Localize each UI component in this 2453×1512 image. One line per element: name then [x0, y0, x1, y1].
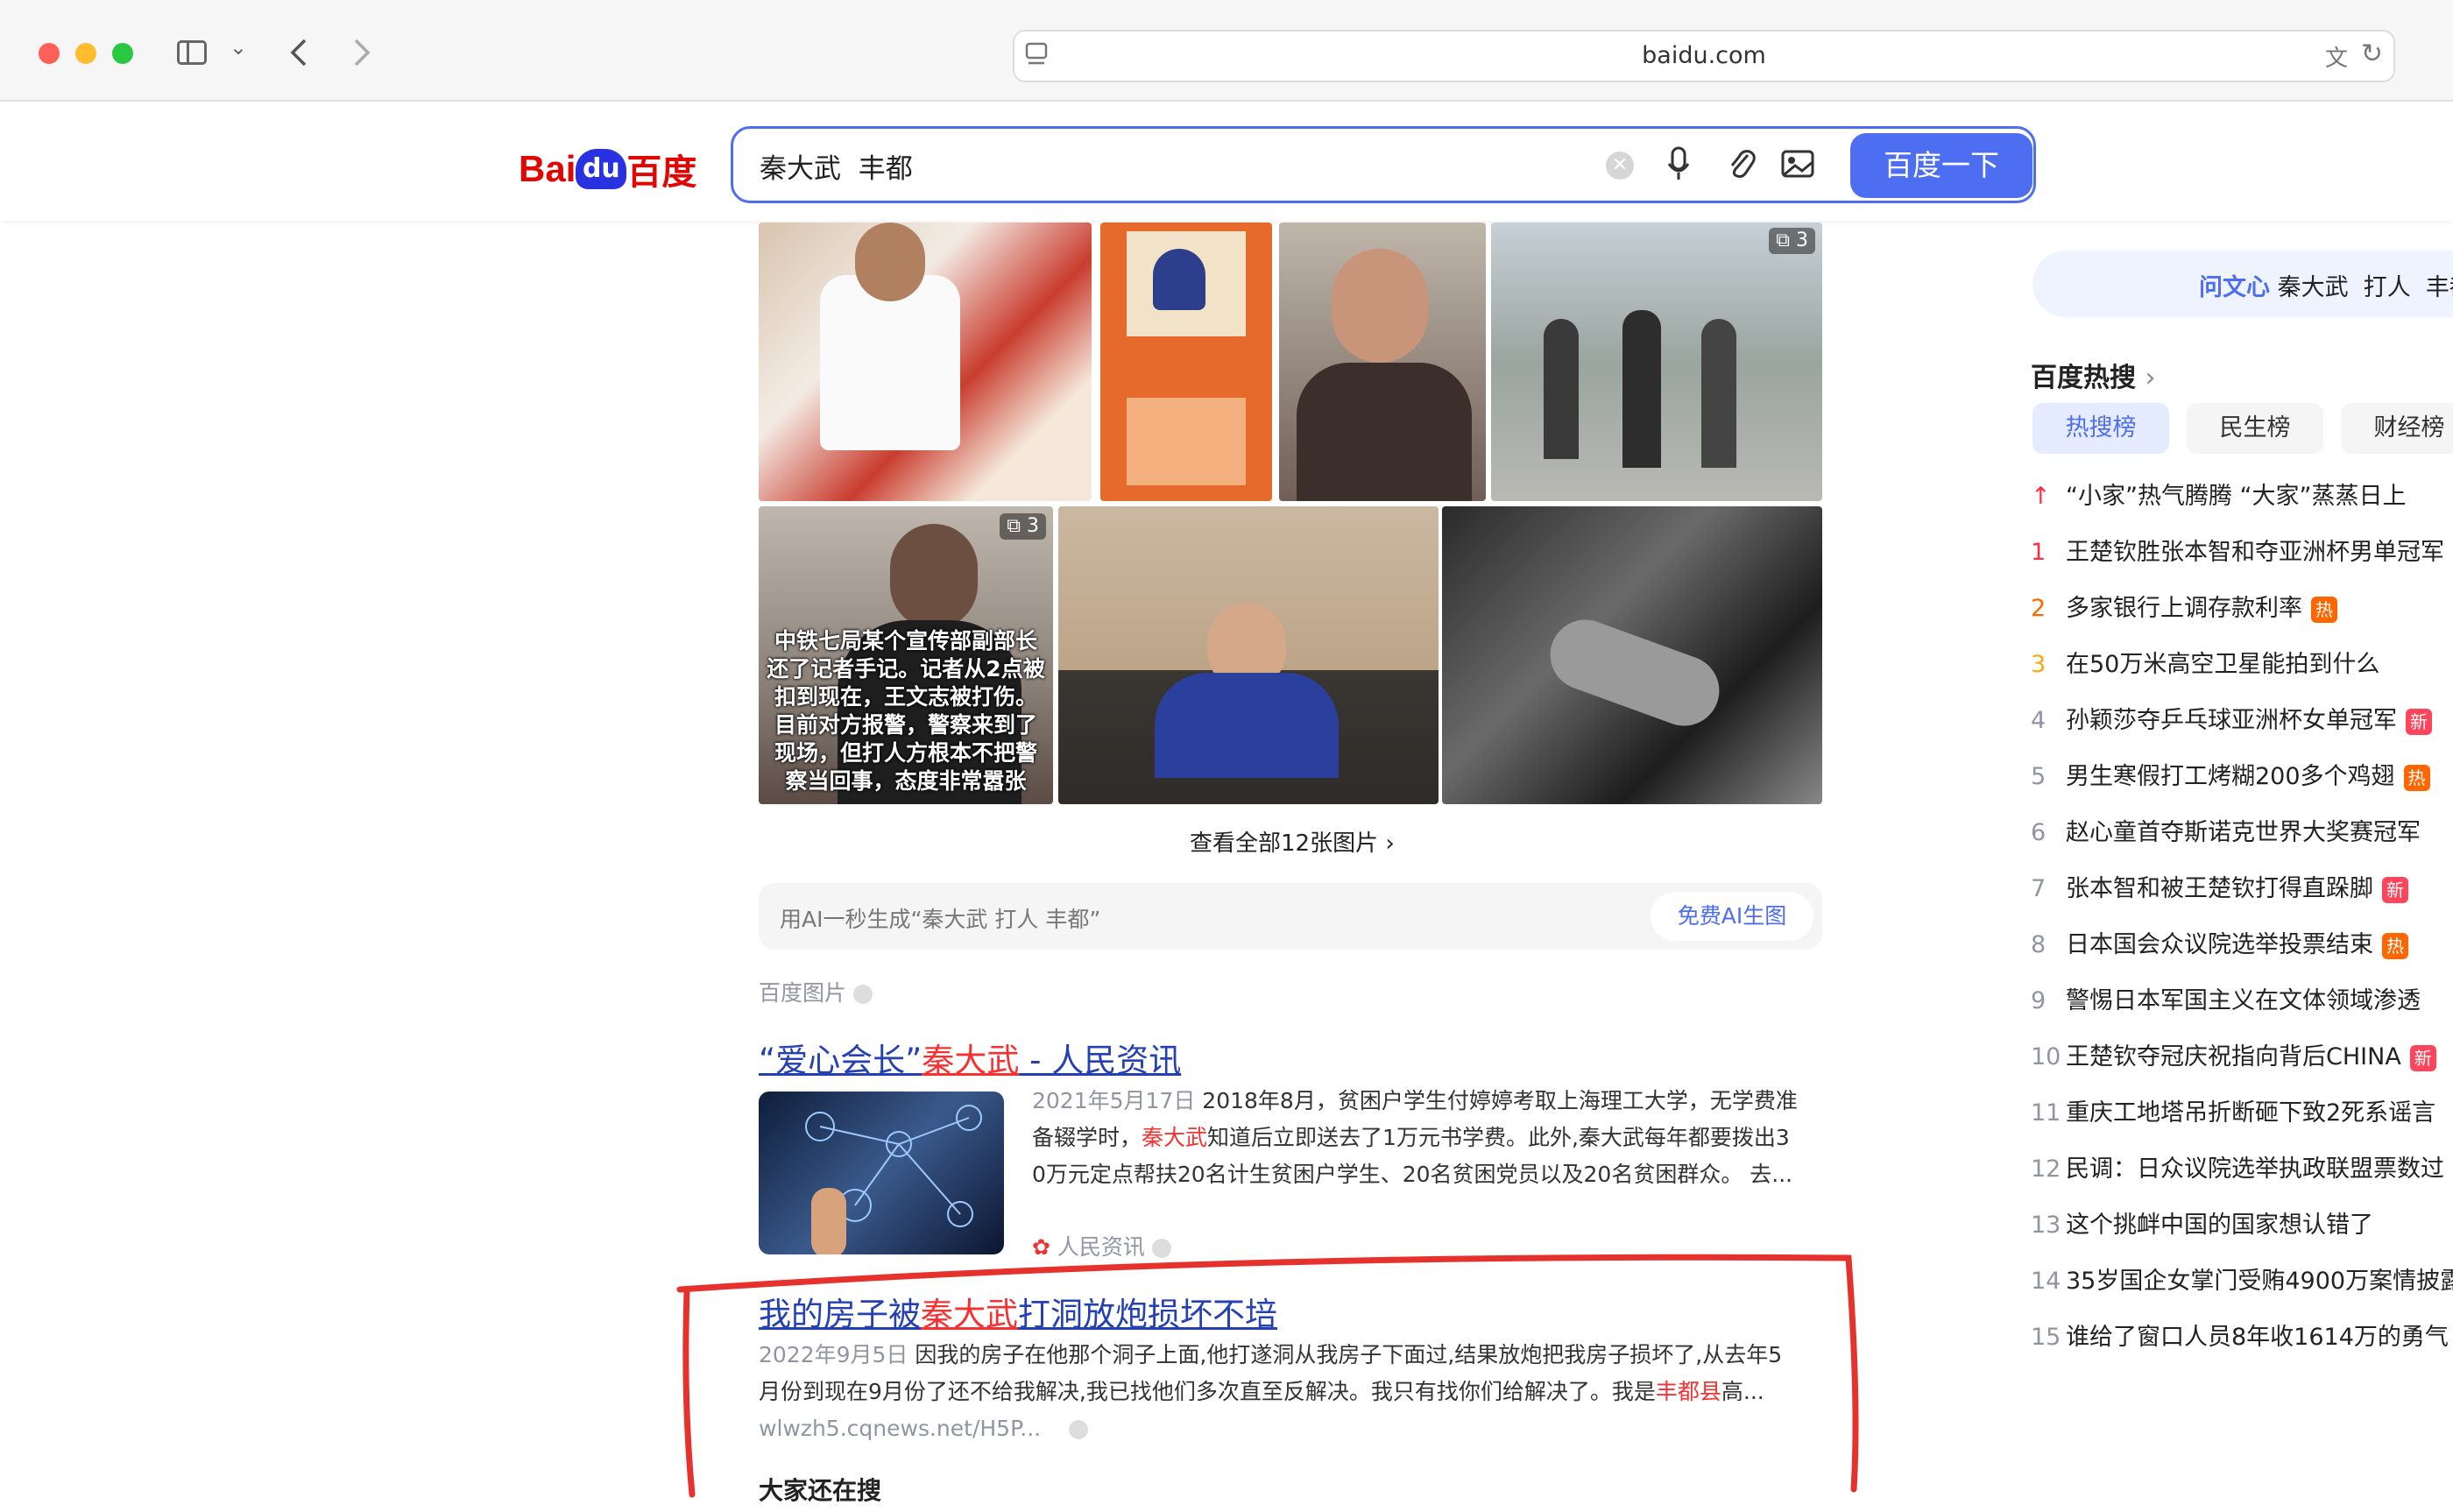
wenxin-query: 秦大武 打人 丰都	[2277, 274, 2453, 301]
hot-tag: 新	[2406, 708, 2432, 735]
hot-search-item[interactable]: ↑ “小家”热气腾腾 “大家”蒸蒸日上	[2031, 477, 2407, 512]
hot-rank: 13	[2031, 1212, 2061, 1239]
hot-rank: 14	[2031, 1268, 2061, 1295]
hot-rank: 11	[2031, 1099, 2061, 1127]
wenxin-ai-bar[interactable]: 问文心 秦大武 打人 丰都	[2032, 251, 2453, 317]
hot-search-item[interactable]: 14 35岁国企女掌门受贿4900万案情披露	[2031, 1261, 2453, 1297]
hot-title[interactable]: 在50万米高空卫星能拍到什么	[2066, 651, 2379, 678]
hot-search-item[interactable]: 13 这个挑衅中国的国家想认错了	[2031, 1205, 2373, 1240]
hot-search-item[interactable]: 1 王楚钦胜张本智和夺亚洲杯男单冠军	[2031, 533, 2444, 568]
hot-tag: 新	[2409, 1044, 2436, 1071]
hot-rank: 12	[2031, 1155, 2061, 1183]
hot-search-item[interactable]: 4 孙颖莎夺乒乓球亚洲杯女单冠军新	[2031, 701, 2432, 736]
hot-title[interactable]: 王楚钦夺冠庆祝指向背后CHINA	[2066, 1043, 2401, 1070]
hot-search-title[interactable]: 百度热搜 ›	[2031, 356, 2155, 394]
hot-search-item[interactable]: 7 张本智和被王楚钦打得直跺脚新	[2031, 869, 2408, 904]
hot-search-item[interactable]: 2 多家银行上调存款利率热	[2031, 589, 2337, 624]
pin-top-icon: ↑	[2031, 483, 2051, 510]
hot-title[interactable]: 王楚钦胜张本智和夺亚洲杯男单冠军	[2066, 539, 2444, 566]
hot-title[interactable]: 民调：日众议院选举执政联盟票数过	[2066, 1155, 2444, 1183]
hot-search-item[interactable]: 12 民调：日众议院选举执政联盟票数过	[2031, 1149, 2444, 1184]
hot-title[interactable]: 男生寒假打工烤糊200多个鸡翅	[2066, 763, 2395, 790]
hot-rank: 6	[2031, 819, 2047, 846]
hot-rank: 9	[2031, 987, 2047, 1014]
hot-search-item[interactable]: 9 警惕日本军国主义在文体领域渗透	[2031, 981, 2421, 1016]
tab-hot-list[interactable]: 热搜榜	[2032, 403, 2169, 454]
hot-title[interactable]: 警惕日本军国主义在文体领域渗透	[2066, 987, 2421, 1014]
tab-livelihood[interactable]: 民生榜	[2187, 403, 2323, 454]
hot-tag: 热	[2403, 764, 2430, 791]
hot-search-item[interactable]: 8 日本国会众议院选举投票结束热	[2031, 925, 2408, 960]
hot-rank: 3	[2031, 651, 2047, 678]
hot-search-item[interactable]: 11 重庆工地塔吊折断砸下致2死系谣言	[2031, 1093, 2435, 1128]
hot-title[interactable]: 孙颖莎夺乒乓球亚洲杯女单冠军	[2066, 707, 2397, 734]
hot-search-item[interactable]: 5 男生寒假打工烤糊200多个鸡翅热	[2031, 757, 2430, 792]
wenxin-brand: 问文心	[2199, 274, 2270, 301]
hot-title[interactable]: 35岁国企女掌门受贿4900万案情披露	[2066, 1268, 2453, 1295]
hot-rank: 15	[2031, 1324, 2061, 1351]
chevron-right-icon: ›	[2145, 363, 2156, 393]
hot-search-item[interactable]: 3 在50万米高空卫星能拍到什么	[2031, 645, 2379, 680]
hot-rank: 7	[2031, 875, 2047, 902]
hot-rank: 2	[2031, 595, 2047, 622]
hot-title[interactable]: 这个挑衅中国的国家想认错了	[2066, 1212, 2373, 1239]
hot-title[interactable]: 谁给了窗口人员8年收1614万的勇气	[2066, 1324, 2449, 1351]
hot-tag: 热	[2311, 596, 2337, 623]
hot-search-item[interactable]: 15 谁给了窗口人员8年收1614万的勇气	[2031, 1318, 2449, 1353]
hot-rank: 1	[2031, 539, 2047, 566]
hot-title[interactable]: 张本智和被王楚钦打得直跺脚	[2066, 875, 2373, 902]
hot-rank: 8	[2031, 931, 2047, 958]
hot-title[interactable]: 日本国会众议院选举投票结束	[2066, 931, 2373, 958]
tab-finance[interactable]: 财经榜	[2341, 403, 2453, 454]
hot-rank: 4	[2031, 707, 2047, 734]
hot-search-item[interactable]: 10 王楚钦夺冠庆祝指向背后CHINA 新	[2031, 1037, 2436, 1072]
hot-rank: 5	[2031, 763, 2047, 790]
hot-search-item[interactable]: 6 赵心童首夺斯诺克世界大奖赛冠军	[2031, 813, 2421, 848]
hot-title[interactable]: 重庆工地塔吊折断砸下致2死系谣言	[2066, 1099, 2435, 1127]
hot-title[interactable]: “小家”热气腾腾 “大家”蒸蒸日上	[2066, 483, 2407, 510]
hot-tag: 热	[2382, 932, 2408, 959]
hot-title[interactable]: 多家银行上调存款利率	[2066, 595, 2302, 622]
hot-title[interactable]: 赵心童首夺斯诺克世界大奖赛冠军	[2066, 819, 2421, 846]
hot-rank: 10	[2031, 1043, 2061, 1070]
hot-tag: 新	[2382, 876, 2408, 903]
